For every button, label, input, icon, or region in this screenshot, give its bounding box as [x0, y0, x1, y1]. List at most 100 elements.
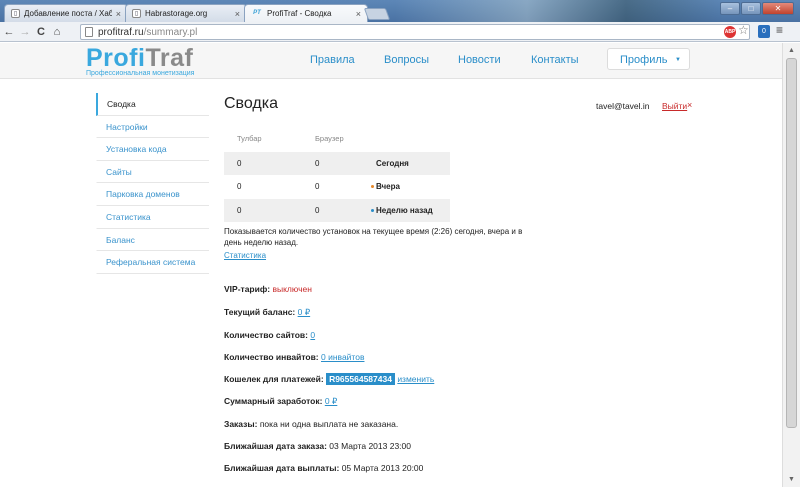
- vip-label: VIP-тариф:: [224, 284, 271, 294]
- installs-table: Тулбар Браузер 0 0 Сегодня 0 0 Вчера 0 0…: [224, 132, 450, 223]
- earned-link[interactable]: 0 ₽: [325, 396, 338, 406]
- next-payout-value: 05 Марта 2013 20:00: [341, 463, 424, 473]
- tab-label: ProfiTraf - Сводка: [267, 9, 332, 18]
- nav-questions[interactable]: Вопросы: [384, 54, 429, 66]
- wallet-change-link[interactable]: изменить: [397, 374, 434, 384]
- site-tagline: Профессиональная монетизация: [86, 70, 195, 77]
- table-row: 0 0 Сегодня: [224, 152, 450, 176]
- doc-favicon-icon: ▯: [11, 9, 20, 18]
- cell-toolbar: 0: [237, 159, 242, 168]
- minimize-button[interactable]: –: [720, 2, 740, 15]
- adblock-icon[interactable]: ABP: [724, 26, 736, 38]
- cell-period: Вчера: [376, 182, 400, 192]
- window-controls: – □ ✕: [720, 2, 794, 15]
- balance-link[interactable]: 0 ₽: [298, 307, 311, 317]
- nav-rules[interactable]: Правила: [310, 54, 355, 66]
- theme-background: [395, 0, 725, 22]
- tab-profitraf[interactable]: PT ProfiTraf - Сводка ×: [244, 4, 368, 22]
- tab-habr-post[interactable]: ▯ Добавление поста / Хабра ×: [4, 4, 128, 22]
- pt-favicon-icon: PT: [253, 10, 261, 16]
- cell-toolbar: 0: [237, 205, 242, 215]
- scroll-up-icon[interactable]: ▲: [786, 45, 797, 56]
- maximize-button[interactable]: □: [741, 2, 761, 15]
- orders-label: Заказы:: [224, 419, 258, 429]
- close-tab-icon[interactable]: ×: [235, 9, 240, 19]
- wallet-value: R965564587434: [326, 373, 395, 385]
- tab-label: Habrastorage.org: [145, 9, 208, 18]
- page-title: Сводка: [224, 95, 279, 112]
- earned-row: Суммарный заработок: 0 ₽: [224, 396, 337, 407]
- sidebar-item-sites[interactable]: Сайты: [96, 160, 209, 184]
- chevron-down-icon: ▼: [675, 57, 681, 63]
- earned-label: Суммарный заработок:: [224, 396, 323, 406]
- table-header: Тулбар Браузер: [224, 132, 450, 152]
- invites-label: Количество инвайтов:: [224, 352, 319, 362]
- back-icon[interactable]: ←: [2, 26, 16, 38]
- week-marker-icon: [371, 208, 374, 212]
- new-tab-button[interactable]: [363, 8, 391, 20]
- sidebar-item-referral[interactable]: Реферальная система: [96, 251, 209, 274]
- doc-favicon-icon: ▯: [132, 9, 141, 18]
- close-tab-icon[interactable]: ×: [356, 9, 361, 19]
- cell-toolbar: 0: [237, 182, 242, 192]
- wallet-label: Кошелек для платежей:: [224, 374, 324, 384]
- tab-habrastorage[interactable]: ▯ Habrastorage.org ×: [125, 4, 247, 22]
- sidebar-item-statistics[interactable]: Статистика: [96, 205, 209, 229]
- tab-strip: ▯ Добавление поста / Хабра × ▯ Habrastor…: [0, 0, 800, 22]
- extension-icon[interactable]: 0: [758, 25, 770, 38]
- forward-icon[interactable]: →: [18, 26, 32, 38]
- site-logo[interactable]: ProfiTraf: [86, 46, 193, 71]
- user-email: tavel@tavel.in: [596, 101, 650, 111]
- statistics-link[interactable]: Статистика: [224, 251, 266, 260]
- url-path: /summary.pl: [143, 26, 198, 38]
- chrome-menu-icon[interactable]: ≡: [776, 23, 783, 37]
- logout-link[interactable]: Выйти: [662, 101, 687, 111]
- invites-row: Количество инвайтов: 0 инвайтов: [224, 352, 364, 362]
- sidebar-item-install-code[interactable]: Установка кода: [96, 138, 209, 161]
- cell-period: Сегодня: [376, 159, 409, 168]
- installs-note: Показывается количество установок на тек…: [224, 227, 523, 247]
- sidebar-item-balance[interactable]: Баланс: [96, 228, 209, 252]
- invites-link[interactable]: 0 инвайтов: [321, 352, 364, 362]
- next-order-label: Ближайшая дата заказа:: [224, 441, 327, 451]
- close-tab-icon[interactable]: ×: [116, 9, 121, 19]
- browser-window: ▯ Добавление поста / Хабра × ▯ Habrastor…: [0, 0, 800, 487]
- header-toolbar: Тулбар: [237, 134, 262, 143]
- sidebar-item-domain-parking[interactable]: Парковка доменов: [96, 183, 209, 206]
- scroll-down-icon[interactable]: ▼: [786, 474, 797, 485]
- address-bar[interactable]: profitraf.ru/summary.pl: [80, 24, 750, 40]
- nav-news[interactable]: Новости: [458, 54, 501, 66]
- cell-browser: 0: [315, 159, 320, 168]
- header-browser: Браузер: [315, 134, 344, 143]
- scrollbar-thumb[interactable]: [786, 58, 797, 428]
- next-payout-label: Ближайшая дата выплаты:: [224, 463, 340, 473]
- close-window-button[interactable]: ✕: [762, 2, 794, 15]
- reload-icon[interactable]: C: [34, 26, 48, 38]
- url-host: profitraf.ru: [98, 26, 144, 38]
- page-icon: [85, 27, 93, 37]
- page-viewport: ProfiTraf Профессиональная монетизация П…: [0, 43, 782, 487]
- sidebar-item-settings[interactable]: Настройки: [96, 115, 209, 139]
- orders-row: Заказы: пока ни одна выплата не заказана…: [224, 419, 398, 429]
- profile-label: Профиль: [620, 54, 668, 66]
- orders-value: пока ни одна выплата не заказана.: [259, 419, 399, 429]
- cell-browser: 0: [315, 205, 320, 215]
- home-icon[interactable]: ⌂: [50, 26, 64, 38]
- yesterday-marker-icon: [371, 185, 374, 189]
- cell-browser: 0: [315, 182, 320, 192]
- logout-close-icon[interactable]: ×: [687, 100, 692, 110]
- vip-row: VIP-тариф: выключен: [224, 284, 312, 294]
- sites-label: Количество сайтов:: [224, 330, 308, 340]
- sites-link[interactable]: 0: [310, 330, 315, 340]
- next-payout-row: Ближайшая дата выплаты: 05 Марта 2013 20…: [224, 463, 423, 473]
- vertical-scrollbar[interactable]: ▲ ▼: [782, 43, 800, 487]
- table-row: 0 0 Неделю назад: [224, 198, 450, 223]
- bookmark-star-icon[interactable]: ☆: [738, 23, 749, 37]
- sidebar-nav: Сводка Настройки Установка кода Сайты Па…: [96, 93, 209, 274]
- profile-dropdown[interactable]: Профиль ▼: [607, 48, 690, 70]
- nav-contacts[interactable]: Контакты: [531, 54, 579, 66]
- sidebar-item-summary[interactable]: Сводка: [96, 93, 209, 116]
- cell-period: Неделю назад: [376, 205, 433, 215]
- sites-row: Количество сайтов: 0: [224, 330, 315, 340]
- next-order-value: 03 Марта 2013 23:00: [329, 441, 411, 451]
